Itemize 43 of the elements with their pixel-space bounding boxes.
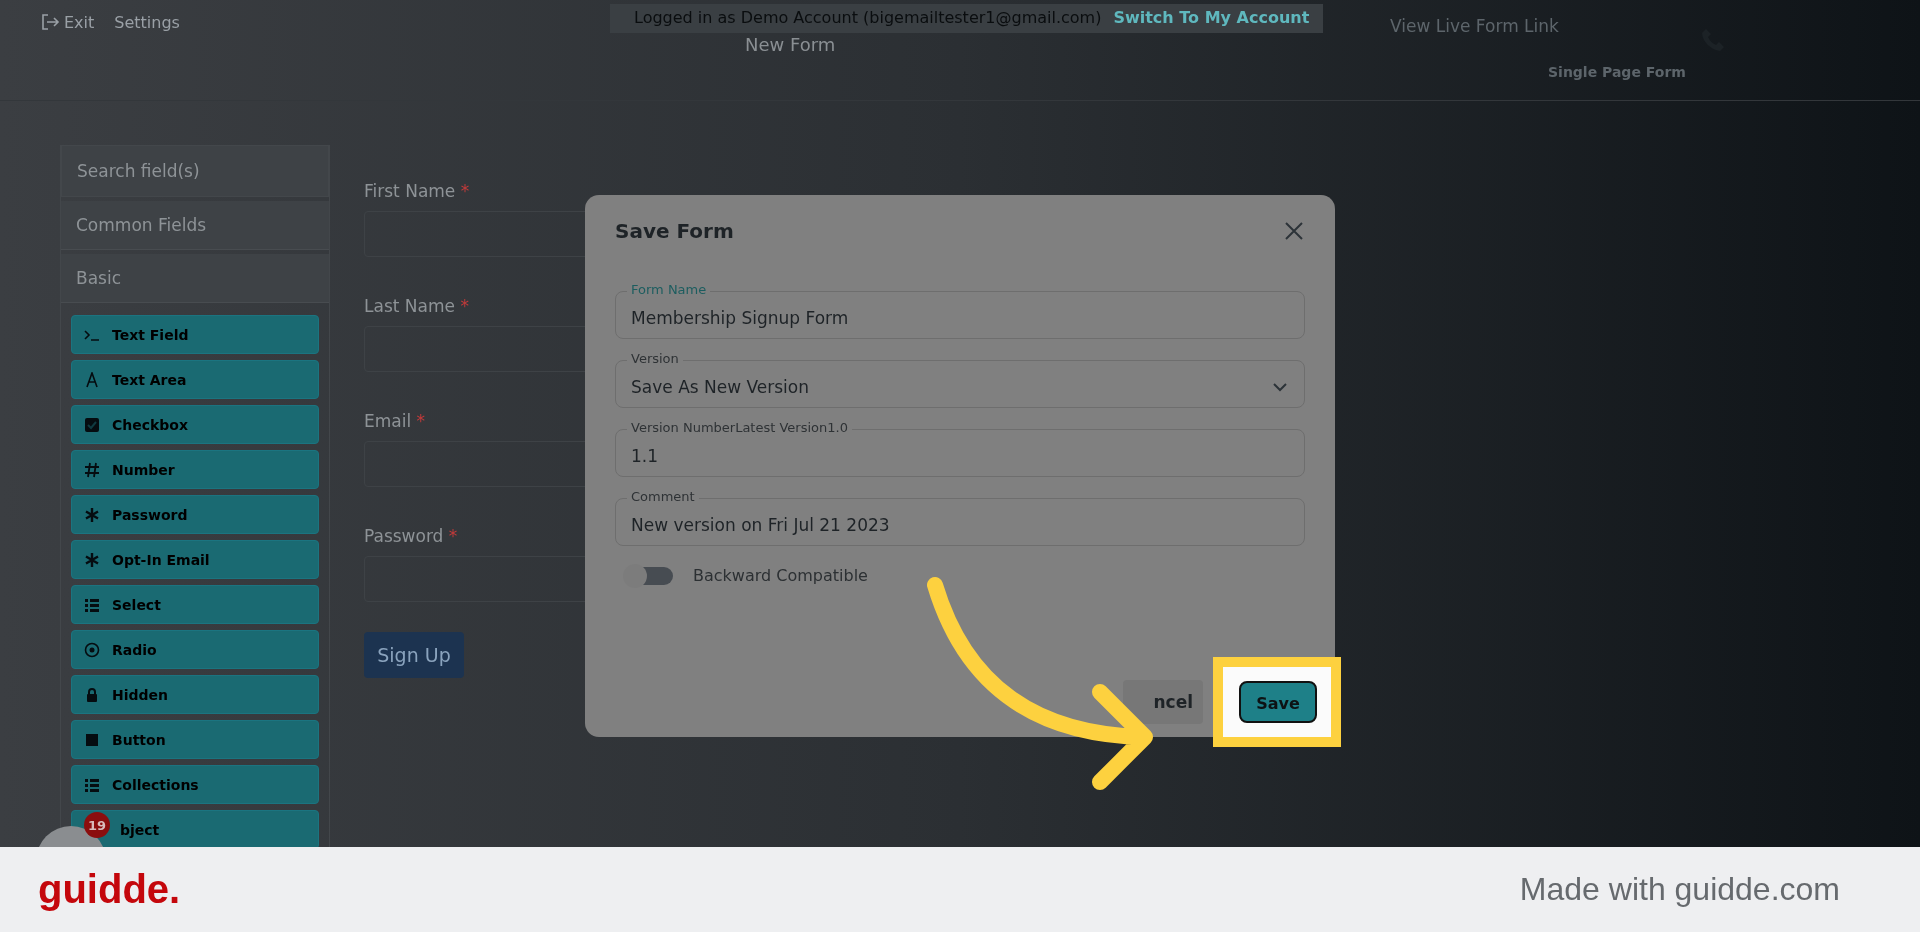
field-type-button[interactable]: Number xyxy=(71,450,319,489)
exit-button[interactable]: Exit xyxy=(40,12,95,32)
dialog-title: Save Form xyxy=(615,219,734,243)
settings-link[interactable]: Settings xyxy=(114,12,180,32)
page-title: New Form xyxy=(745,34,836,55)
square-icon xyxy=(84,731,100,748)
field-label: Email * xyxy=(364,411,427,431)
field-label: Last Name * xyxy=(364,296,470,316)
list-icon xyxy=(84,596,100,613)
field-type-button[interactable]: Text Area xyxy=(71,360,319,399)
field-type-button[interactable]: Collections xyxy=(71,765,319,804)
guidde-logo: guidde. xyxy=(38,867,181,912)
section-header[interactable]: Common Fields xyxy=(61,201,329,250)
field-type-button[interactable]: Text Field xyxy=(71,315,319,354)
hash-icon xyxy=(84,461,100,478)
toggle-label: Backward Compatible xyxy=(693,566,868,585)
field-type-button[interactable]: Opt-In Email xyxy=(71,540,319,579)
live-form-link[interactable]: View Live Form Link xyxy=(1390,16,1559,36)
form-type-label: Single Page Form xyxy=(1548,63,1686,82)
checkbox-icon xyxy=(84,416,100,433)
search-field[interactable]: Search field(s) xyxy=(61,145,329,197)
switch-account-link[interactable]: Switch To My Account xyxy=(1113,8,1310,27)
field-type-button[interactable]: Button xyxy=(71,720,319,759)
save-button[interactable]: Save xyxy=(1239,681,1317,723)
field-type-button[interactable]: Select xyxy=(71,585,319,624)
text-icon xyxy=(84,371,100,388)
section-header[interactable]: Basic xyxy=(61,254,329,303)
field-type-button[interactable]: Hidden xyxy=(71,675,319,714)
field-type-button[interactable]: Radio xyxy=(71,630,319,669)
footer-tagline: Made with guidde.com xyxy=(1519,871,1840,908)
asterisk-icon xyxy=(84,506,100,523)
cancel-button[interactable]: ncel xyxy=(1123,680,1203,724)
radio-icon xyxy=(84,641,100,658)
field-type-button[interactable]: Checkbox xyxy=(71,405,319,444)
field-label: Password * xyxy=(364,526,459,546)
sign-up-button[interactable]: Sign Up xyxy=(364,632,464,678)
list-icon xyxy=(84,776,100,793)
asterisk-icon xyxy=(84,551,100,568)
exit-icon xyxy=(40,12,60,32)
field-type-button[interactable]: Password xyxy=(71,495,319,534)
close-icon[interactable] xyxy=(1283,220,1305,242)
lock-icon xyxy=(84,686,100,703)
field-label: First Name * xyxy=(364,181,471,201)
